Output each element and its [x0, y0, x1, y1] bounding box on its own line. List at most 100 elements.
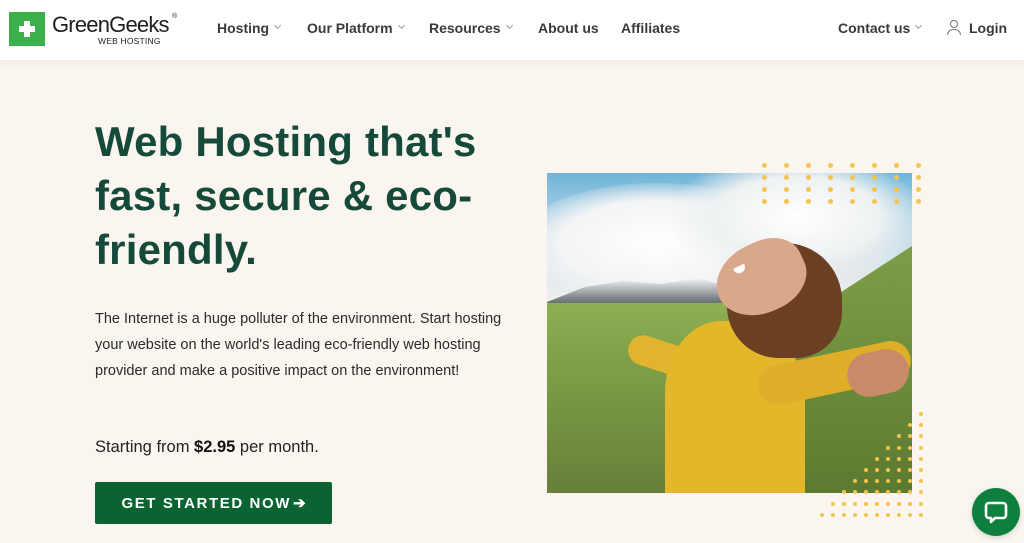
- decorative-dot: [864, 501, 868, 506]
- decorative-dot: [864, 490, 868, 495]
- decorative-dot: [872, 175, 877, 180]
- decorative-dot: [806, 199, 811, 204]
- logo-plus-icon: [9, 12, 45, 46]
- decorative-dot: [806, 175, 811, 180]
- cta-label: GET STARTED NOW: [121, 494, 291, 512]
- decorative-dot: [919, 412, 923, 416]
- chevron-down-icon: [274, 21, 282, 30]
- decorative-dot: [828, 187, 833, 192]
- decorative-dot: [897, 468, 901, 472]
- logo-link[interactable]: GreenGeeks ® WEB HOSTING: [9, 12, 182, 46]
- decorative-dot: [828, 199, 833, 204]
- hero-description: The Internet is a huge polluter of the e…: [95, 311, 502, 379]
- decorative-dot: [894, 199, 899, 204]
- nav-item-resources[interactable]: Resources: [429, 0, 513, 56]
- decorative-dot: [897, 512, 901, 517]
- decorative-dot: [897, 445, 901, 450]
- brand-tagline: WEB HOSTING: [98, 36, 161, 46]
- decorative-dot: [850, 163, 855, 168]
- decorative-dot: [831, 512, 835, 517]
- decorative-dot: [864, 512, 868, 517]
- decorative-dot: [853, 501, 857, 506]
- decorative-dot: [908, 445, 912, 450]
- decorative-dot: [886, 468, 890, 472]
- decorative-dot: [886, 445, 890, 450]
- price-value: $2.95: [194, 438, 236, 456]
- decorative-dot: [919, 445, 923, 450]
- decorative-dot: [919, 456, 923, 461]
- login-link[interactable]: Login: [947, 0, 1007, 56]
- nav-item-about-us[interactable]: About us: [538, 0, 599, 56]
- decorative-dot: [916, 187, 921, 192]
- decorative-dot: [762, 163, 767, 168]
- decorative-dot: [853, 512, 857, 517]
- decorative-dot: [908, 490, 912, 495]
- decorative-dot: [762, 175, 767, 180]
- decorative-dot: [886, 501, 890, 506]
- decorative-dot: [872, 187, 877, 192]
- decorative-dot: [908, 468, 912, 472]
- decorative-dot: [886, 456, 890, 461]
- decorative-dot: [886, 512, 890, 517]
- price-suffix: per month.: [235, 438, 319, 456]
- decorative-dot: [850, 175, 855, 180]
- decorative-dot: [894, 187, 899, 192]
- decorative-dot: [919, 479, 923, 484]
- decorative-dot: [897, 456, 901, 461]
- brand-name: GreenGeeks: [52, 12, 170, 37]
- arrow-right-icon: ➔: [292, 495, 306, 512]
- decorative-dot: [919, 423, 923, 428]
- decorative-dot: [919, 434, 923, 439]
- decorative-dot: [872, 199, 877, 204]
- decorative-dot: [784, 199, 789, 204]
- chat-bubble-icon: [984, 501, 1008, 524]
- get-started-button[interactable]: GET STARTED NOW ➔: [95, 482, 332, 524]
- user-icon: [947, 20, 961, 36]
- chevron-down-icon: [505, 21, 513, 30]
- decorative-dot: [897, 490, 901, 495]
- nav-item-affiliates[interactable]: Affiliates: [621, 0, 680, 56]
- decorative-dot: [919, 501, 923, 506]
- site-header: GreenGeeks ® WEB HOSTING Hosting Our Pla…: [0, 0, 1024, 60]
- price-prefix: Starting from: [95, 438, 195, 456]
- chat-button[interactable]: [972, 488, 1020, 536]
- registered-mark: ®: [172, 13, 178, 20]
- nav-label: Hosting: [217, 20, 270, 36]
- decorative-dot: [875, 468, 879, 472]
- chevron-down-icon: [397, 21, 405, 30]
- nav-label: Contact us: [838, 20, 911, 36]
- hero-title: Web Hosting that's fast, secure & eco-fr…: [95, 118, 477, 273]
- decorative-dot: [850, 199, 855, 204]
- decorative-dot: [842, 490, 846, 495]
- decorative-dot: [842, 512, 846, 517]
- nav-label: About us: [538, 20, 599, 36]
- decorative-dot: [916, 199, 921, 204]
- decorative-dot: [916, 163, 921, 168]
- chevron-down-icon: [915, 21, 923, 30]
- decorative-dot: [820, 512, 824, 517]
- nav-item-contact-us[interactable]: Contact us: [838, 0, 923, 56]
- decorative-dot: [919, 468, 923, 472]
- hero-image: [547, 173, 912, 493]
- decorative-dot: [828, 175, 833, 180]
- login-label: Login: [969, 20, 1008, 36]
- decorative-dot: [894, 175, 899, 180]
- decorative-dot: [762, 187, 767, 192]
- decorative-dot: [864, 468, 868, 472]
- decorative-dot: [886, 490, 890, 495]
- decorative-dot: [872, 163, 877, 168]
- decorative-dot: [908, 512, 912, 517]
- decorative-dot: [919, 490, 923, 495]
- decorative-dot: [875, 490, 879, 495]
- decorative-dot: [806, 187, 811, 192]
- nav-item-our-platform[interactable]: Our Platform: [307, 0, 405, 56]
- nav-item-hosting[interactable]: Hosting: [217, 0, 282, 56]
- decorative-dot: [842, 501, 846, 506]
- decorative-dot: [828, 163, 833, 168]
- decorative-dot: [831, 501, 835, 506]
- decorative-dot: [908, 501, 912, 506]
- decorative-dot: [908, 456, 912, 461]
- decorative-dot: [762, 199, 767, 204]
- decorative-dot: [875, 456, 879, 461]
- decorative-dot: [897, 501, 901, 506]
